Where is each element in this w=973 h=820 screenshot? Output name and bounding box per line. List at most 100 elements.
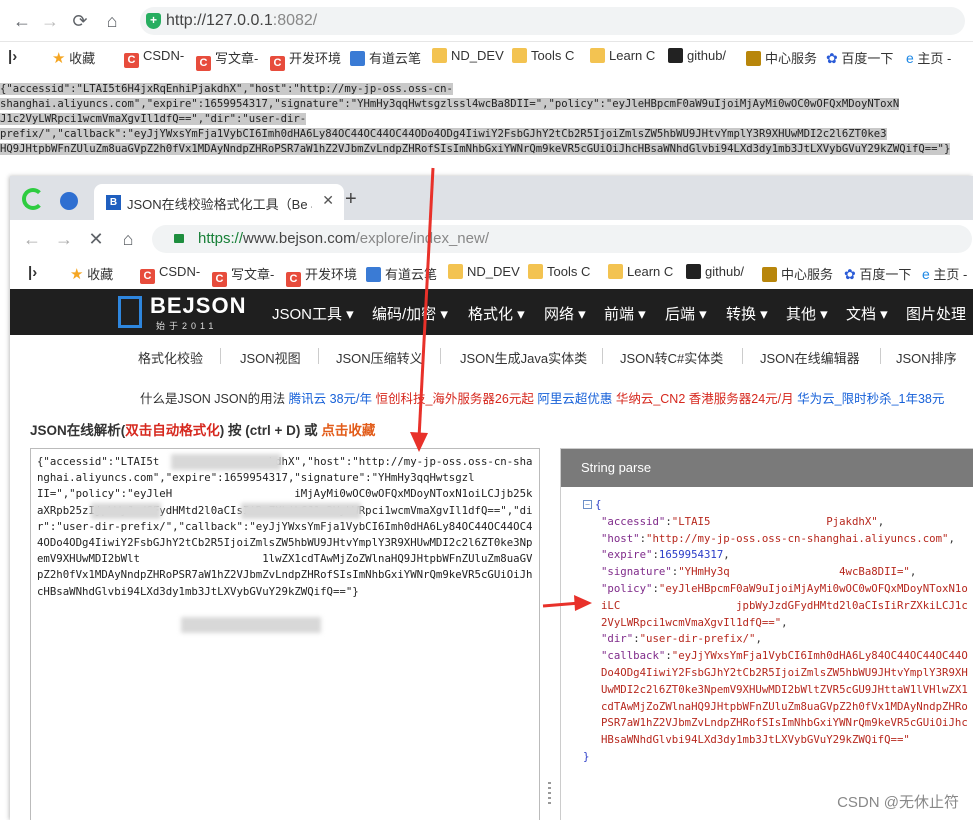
bookmark-github[interactable]: github/ bbox=[686, 264, 744, 282]
subnav-json-editor[interactable]: JSON在线编辑器 bbox=[760, 348, 860, 367]
browser-logo-icon bbox=[22, 188, 44, 210]
bookmark-youdao[interactable]: 有道云笔 bbox=[350, 48, 421, 66]
forward-icon[interactable]: → bbox=[40, 11, 60, 31]
bookmark-learn[interactable]: Learn C bbox=[608, 264, 673, 282]
forward-icon[interactable]: → bbox=[54, 229, 74, 250]
subnav-divider bbox=[602, 348, 603, 364]
ad-link[interactable]: 华为云_限时秒杀_1年38元 bbox=[797, 392, 944, 406]
subnav-divider bbox=[440, 348, 441, 364]
close-icon[interactable]: ✕ bbox=[322, 192, 334, 209]
tab-bejson[interactable]: B JSON在线校验格式化工具（Be J ✕ bbox=[94, 184, 344, 220]
site-logo[interactable]: BEJSON bbox=[150, 293, 246, 319]
subnav-divider bbox=[742, 348, 743, 364]
bookmark-baidu[interactable]: ✿ 百度一下 bbox=[826, 48, 893, 66]
subnav-divider bbox=[220, 348, 221, 364]
nav-json-tools[interactable]: JSON工具 ▾ bbox=[272, 303, 354, 324]
sidebar-toggle-icon[interactable]: |› bbox=[8, 48, 17, 66]
tab-title: JSON在线校验格式化工具（Be J bbox=[127, 197, 312, 212]
csdn-icon: C bbox=[196, 56, 211, 71]
nav-docs[interactable]: 文档 ▾ bbox=[846, 303, 888, 324]
redaction-blur bbox=[181, 617, 321, 633]
subnav-json-sort[interactable]: JSON排序 bbox=[896, 348, 957, 367]
bookmark-favorites[interactable]: ★ 收藏 bbox=[70, 264, 113, 283]
bookmark-center-service[interactable]: 中心服务 bbox=[746, 48, 817, 66]
subnav-divider bbox=[880, 348, 881, 364]
inner-address-row: ← → ✕ ⌂ https://www.bejson.com/explore/i… bbox=[10, 220, 973, 258]
redaction-blur bbox=[91, 503, 161, 519]
json-value: "eyJjYWxsYmFja1VybCI6Imh0dHA6Ly84OC44OC4… bbox=[601, 649, 968, 747]
nav-network[interactable]: 网络 ▾ bbox=[544, 303, 586, 324]
home-icon[interactable]: ⌂ bbox=[118, 229, 138, 250]
json-value: "http://my-jp-oss.oss-cn-shanghai.aliyun… bbox=[646, 531, 949, 545]
bookmark-baidu[interactable]: ✿ 百度一下 bbox=[844, 264, 911, 282]
json-input-editor[interactable]: {"accessid":"LTAI5t akdhX","host":"http:… bbox=[30, 448, 540, 820]
inner-url-bar[interactable]: https://www.bejson.com/explore/index_new… bbox=[152, 225, 972, 253]
ad-link[interactable]: 恒创科技_海外服务器26元起 bbox=[375, 392, 533, 406]
bookmark-csdn[interactable]: C CSDN- bbox=[140, 264, 200, 284]
bejson-logo-mark[interactable] bbox=[118, 296, 142, 328]
json-key: "signature" bbox=[601, 565, 672, 579]
baidu-paw-icon: ✿ bbox=[826, 50, 838, 66]
parsed-json-row: "dir":"user-dir-prefix/", bbox=[601, 632, 762, 646]
what-is-json-link[interactable]: 什么是JSON JSON的用法 bbox=[140, 392, 285, 406]
nav-format[interactable]: 格式化 ▾ bbox=[468, 303, 525, 324]
back-icon[interactable]: ← bbox=[12, 11, 32, 31]
bookmark-write-article[interactable]: C 写文章- bbox=[196, 48, 258, 71]
json-input-text[interactable]: {"accessid":"LTAI5t akdhX","host":"http:… bbox=[37, 454, 537, 600]
nav-other[interactable]: 其他 ▾ bbox=[786, 303, 828, 324]
nav-backend[interactable]: 后端 ▾ bbox=[665, 303, 707, 324]
bookmark-nd-dev[interactable]: ND_DEV bbox=[432, 48, 504, 66]
bookmark-nd-dev[interactable]: ND_DEV bbox=[448, 264, 520, 282]
profile-icon[interactable] bbox=[60, 192, 78, 210]
sidebar-toggle-icon[interactable]: |› bbox=[28, 264, 37, 282]
outer-address-row: ← → ⟳ ⌂ + http://127.0.0.1:8082/ bbox=[0, 0, 973, 42]
nav-image[interactable]: 图片处理 bbox=[906, 303, 966, 324]
home-icon[interactable]: ⌂ bbox=[102, 11, 122, 31]
bookmark-link[interactable]: 点击收藏 bbox=[321, 423, 375, 438]
subnav-json-to-csharp[interactable]: JSON转C#实体类 bbox=[620, 348, 723, 367]
bookmark-center-service[interactable]: 中心服务 bbox=[762, 264, 833, 282]
json-key: "host" bbox=[601, 531, 640, 545]
nav-frontend[interactable]: 前端 ▾ bbox=[604, 303, 646, 324]
ie-icon: e bbox=[922, 266, 930, 282]
stop-icon[interactable]: ✕ bbox=[86, 229, 106, 250]
nav-encode-encrypt[interactable]: 编码/加密 ▾ bbox=[372, 303, 448, 324]
bookmark-tools[interactable]: Tools C bbox=[528, 264, 590, 282]
ad-link[interactable]: 腾讯云 38元/年 bbox=[289, 392, 372, 406]
bookmark-csdn[interactable]: C CSDN- bbox=[124, 48, 184, 68]
new-tab-icon[interactable]: + bbox=[345, 188, 357, 211]
inner-url-text: https://www.bejson.com/explore/index_new… bbox=[198, 230, 489, 247]
github-icon bbox=[686, 264, 701, 279]
bejson-favicon-icon: B bbox=[106, 195, 121, 210]
bookmark-dev-env[interactable]: C 开发环境 bbox=[286, 264, 357, 287]
csdn-icon: C bbox=[270, 56, 285, 71]
outer-url-bar[interactable]: + http://127.0.0.1:8082/ bbox=[140, 7, 965, 35]
inner-bookmarks-bar: |› ★ 收藏 C CSDN- C 写文章- C 开发环境 有道云笔 ND_DEV T… bbox=[10, 258, 973, 288]
ad-links-line: 什么是JSON JSON的用法 腾讯云 38元/年 恒创科技_海外服务器26元起… bbox=[140, 388, 944, 407]
resize-handle[interactable] bbox=[548, 782, 551, 806]
subnav-format-validate[interactable]: 格式化校验 bbox=[138, 348, 203, 367]
bookmark-home[interactable]: e 主页 - bbox=[906, 48, 951, 66]
csdn-icon: C bbox=[124, 53, 139, 68]
bookmark-learn[interactable]: Learn C bbox=[590, 48, 655, 66]
reload-icon[interactable]: ⟳ bbox=[70, 11, 90, 31]
bookmark-tools[interactable]: Tools C bbox=[512, 48, 574, 66]
ad-link[interactable]: 阿里云超优惠 bbox=[537, 392, 612, 406]
back-icon[interactable]: ← bbox=[22, 229, 42, 250]
bookmark-dev-env[interactable]: C 开发环境 bbox=[270, 48, 341, 71]
bookmark-youdao[interactable]: 有道云笔 bbox=[366, 264, 437, 282]
subnav-json-view[interactable]: JSON视图 bbox=[240, 348, 301, 367]
json-key: "accessid" bbox=[601, 514, 666, 528]
folder-icon bbox=[608, 264, 623, 279]
bookmark-github[interactable]: github/ bbox=[668, 48, 726, 66]
bookmark-home[interactable]: e 主页 - bbox=[922, 264, 967, 282]
ad-link[interactable]: 华纳云_CN2 香港服务器24元/月 bbox=[616, 392, 794, 406]
subnav-json-compress[interactable]: JSON压缩转义 bbox=[336, 348, 423, 367]
redaction-blur bbox=[171, 454, 281, 470]
shield-icon: + bbox=[146, 13, 161, 29]
bookmark-write-article[interactable]: C 写文章- bbox=[212, 264, 274, 287]
bookmark-favorites[interactable]: ★ 收藏 bbox=[52, 48, 95, 67]
nav-convert[interactable]: 转换 ▾ bbox=[726, 303, 768, 324]
subnav-json-to-java[interactable]: JSON生成Java实体类 bbox=[460, 348, 587, 367]
collapse-icon[interactable]: − bbox=[583, 500, 592, 509]
